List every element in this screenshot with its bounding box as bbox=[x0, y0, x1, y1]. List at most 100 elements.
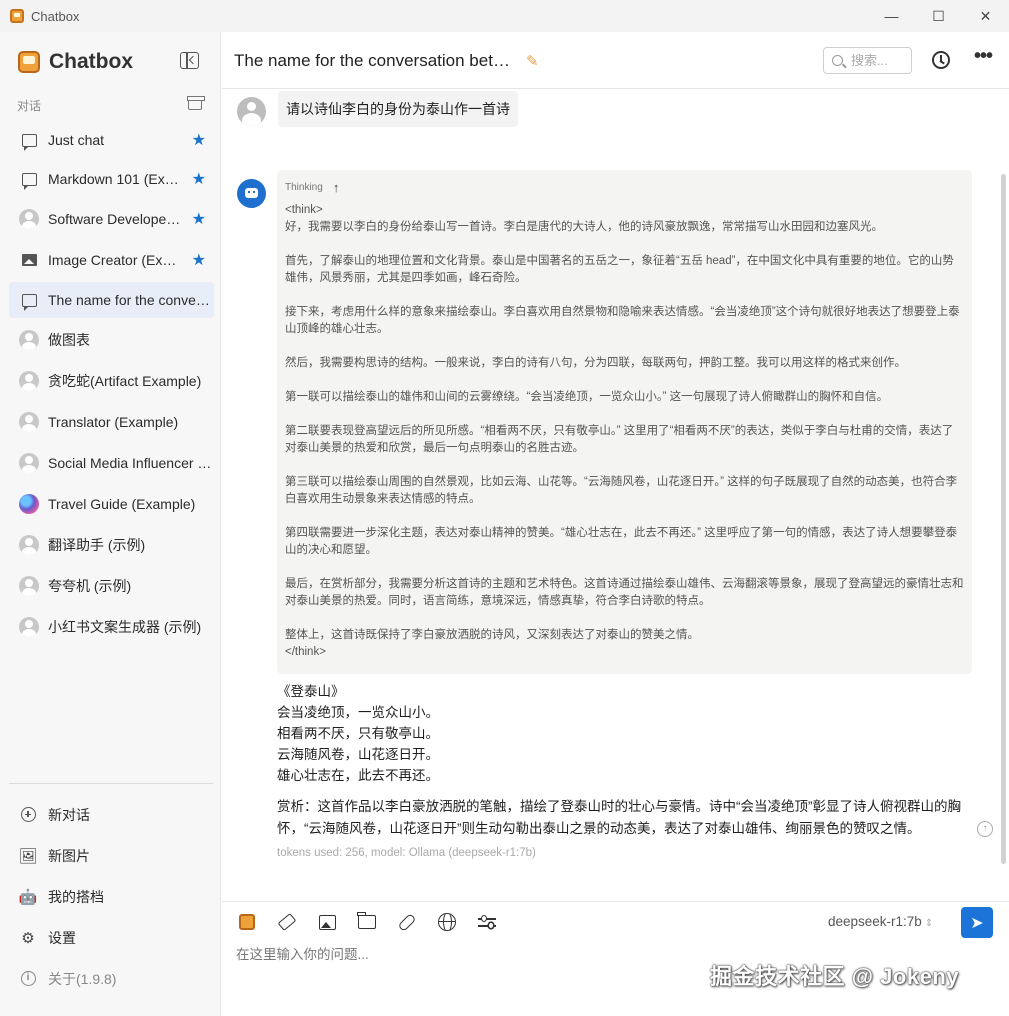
history-icon[interactable] bbox=[932, 51, 950, 69]
chatbox-tool-button[interactable] bbox=[236, 911, 258, 933]
chat-area: 请以诗仙李白的身份为泰山作一首诗 Thinking ↑ <think> 好，我需… bbox=[222, 89, 1009, 901]
attach-image-button[interactable] bbox=[316, 911, 338, 933]
collapse-thinking-icon[interactable]: ↑ bbox=[333, 180, 340, 195]
conversation-label: Travel Guide (Example) bbox=[48, 496, 196, 512]
poem-title: 《登泰山》 bbox=[277, 684, 345, 699]
attach-link-button[interactable] bbox=[396, 911, 418, 933]
info-icon: i bbox=[20, 971, 36, 986]
model-selector[interactable]: deepseek-r1:7b ⇕ bbox=[828, 914, 933, 929]
sidebar-bottom-menu: 新对话 🖼 新图片 🤖 我的搭档 ⚙ 设置 i 关于(1.9.8) bbox=[9, 794, 214, 999]
chatbox-app-icon bbox=[10, 9, 24, 23]
thinking-paragraph: 第三联可以描绘泰山周围的自然景观，比如云海、山花等。“云海随风卷，山花逐日开。”… bbox=[285, 476, 958, 505]
conversation-label: Image Creator (Example) bbox=[48, 252, 183, 268]
link-icon bbox=[397, 912, 417, 932]
sidebar-divider bbox=[9, 783, 213, 784]
about-label: 关于(1.9.8) bbox=[48, 970, 117, 987]
close-button[interactable]: ✕ bbox=[962, 0, 1009, 32]
conversation-item-praise-bot[interactable]: 夸夸机 (示例) bbox=[9, 567, 214, 605]
thinking-paragraph: 接下来，考虑用什么样的意象来描绘泰山。李白喜欢用自然景物和隐喻来表达情感。“会当… bbox=[285, 306, 960, 335]
conversation-item-charts[interactable]: 做图表 bbox=[9, 321, 214, 359]
conversation-item-software-developer[interactable]: Software Developer (Example) ★ bbox=[9, 200, 214, 238]
chat-bubble-icon bbox=[21, 133, 37, 151]
globe-icon bbox=[438, 913, 456, 931]
star-icon[interactable]: ★ bbox=[192, 130, 206, 150]
conversation-item-social-media[interactable]: Social Media Influencer (Example) bbox=[9, 444, 214, 482]
image-icon bbox=[21, 254, 37, 266]
window-controls: — ☐ ✕ bbox=[868, 0, 1009, 32]
think-close-tag: </think> bbox=[285, 646, 326, 658]
conversations-section-label: 对话 bbox=[17, 99, 42, 113]
thinking-block: Thinking ↑ <think> 好，我需要以李白的身份给泰山写一首诗。李白… bbox=[277, 170, 972, 674]
thinking-paragraph: 第四联需要进一步深化主题，表达对泰山精神的赞美。“雄心壮志在，此去不再还。” 这… bbox=[285, 527, 958, 556]
search-box[interactable] bbox=[823, 47, 912, 74]
collapse-sidebar-icon[interactable] bbox=[180, 52, 199, 69]
user-message: 请以诗仙李白的身份为泰山作一首诗 bbox=[278, 91, 518, 127]
my-partners-button[interactable]: 🤖 我的搭档 bbox=[9, 876, 214, 917]
more-options-icon[interactable]: ••• bbox=[974, 45, 993, 68]
chat-bubble-icon bbox=[21, 172, 37, 190]
thinking-paragraph: 然后，我需要构思诗的结构。一般来说，李白的诗有八句，分为四联，每联两句，押韵工整… bbox=[285, 357, 906, 369]
conversation-item-translator[interactable]: Translator (Example) bbox=[9, 403, 214, 441]
plus-circle-icon bbox=[20, 807, 36, 822]
avatar-icon bbox=[19, 535, 39, 555]
web-search-button[interactable] bbox=[436, 911, 458, 933]
poem-appreciation: 赏析：这首作品以李白豪放洒脱的笔触，描绘了登泰山时的壮心与豪情。诗中“会当凌绝顶… bbox=[277, 799, 961, 836]
conversation-header: The name for the conversation between us… bbox=[222, 32, 1009, 89]
gear-icon: ⚙ bbox=[21, 929, 35, 947]
thinking-paragraph: 首先，了解泰山的地理位置和文化背景。泰山是中国著名的五岳之一，象征着“五岳 he… bbox=[285, 255, 954, 284]
send-button[interactable]: ➤ bbox=[961, 907, 993, 938]
conversation-label: Just chat bbox=[48, 132, 105, 148]
folder-icon bbox=[357, 912, 376, 929]
chat-scrollbar[interactable] bbox=[1001, 174, 1006, 864]
brand-name: Chatbox bbox=[49, 50, 133, 73]
about-button[interactable]: i 关于(1.9.8) bbox=[9, 958, 214, 999]
image-icon bbox=[318, 914, 336, 930]
star-icon[interactable]: ★ bbox=[192, 250, 206, 270]
conversation-item-translate-helper[interactable]: 翻译助手 (示例) bbox=[9, 526, 214, 564]
chatbox-logo-icon bbox=[18, 51, 40, 73]
thinking-paragraph: 好，我需要以李白的身份给泰山写一首诗。李白是唐代的大诗人，他的诗风豪放飘逸，常常… bbox=[285, 221, 883, 233]
conversation-item-travel-guide[interactable]: Travel Guide (Example) bbox=[9, 485, 214, 523]
conversation-item-just-chat[interactable]: Just chat ★ bbox=[9, 122, 214, 158]
conversation-label: 做图表 bbox=[48, 332, 90, 348]
conversation-item-snake[interactable]: 贪吃蛇(Artifact Example) bbox=[9, 362, 214, 400]
poem-line: 相看两不厌，只有敬亭山。 bbox=[277, 726, 439, 741]
search-input[interactable] bbox=[851, 53, 909, 68]
settings-label: 设置 bbox=[48, 929, 76, 946]
avatar-icon bbox=[19, 371, 39, 391]
sidebar: Chatbox 对话 Just chat ★ Markdown 101 (Exa… bbox=[0, 32, 221, 1016]
new-chat-button[interactable]: 新对话 bbox=[9, 794, 214, 835]
eraser-icon bbox=[277, 913, 297, 931]
conversation-item-current[interactable]: The name for the conversation between us… bbox=[9, 282, 214, 318]
settings-button[interactable]: ⚙ 设置 bbox=[9, 917, 214, 958]
star-icon[interactable]: ★ bbox=[192, 209, 206, 229]
edit-title-icon[interactable]: ✎ bbox=[526, 52, 539, 70]
window-title: Chatbox bbox=[31, 8, 80, 24]
clear-context-button[interactable] bbox=[276, 911, 298, 933]
conversation-item-xiaohongshu[interactable]: 小红书文案生成器 (示例) bbox=[9, 608, 214, 646]
avatar-icon bbox=[19, 453, 39, 473]
star-icon[interactable]: ★ bbox=[192, 169, 206, 189]
chevron-updown-icon: ⇕ bbox=[924, 918, 934, 929]
conversation-label: Social Media Influencer (Example) bbox=[48, 455, 213, 471]
thinking-label: Thinking bbox=[285, 181, 323, 193]
poem-line: 云海随风卷，山花逐日开。 bbox=[277, 747, 439, 762]
settings-sliders-button[interactable] bbox=[476, 911, 498, 933]
conversation-title: The name for the conversation between us… bbox=[234, 51, 519, 70]
conversation-item-image-creator[interactable]: Image Creator (Example) ★ bbox=[9, 241, 214, 279]
new-image-button[interactable]: 🖼 新图片 bbox=[9, 835, 214, 876]
attach-file-button[interactable] bbox=[356, 911, 378, 933]
archive-icon[interactable] bbox=[187, 96, 205, 110]
scroll-to-top-icon[interactable]: ↑ bbox=[977, 821, 993, 837]
globe-avatar-icon bbox=[19, 494, 39, 514]
user-avatar bbox=[237, 97, 266, 126]
new-chat-label: 新对话 bbox=[48, 806, 90, 823]
my-partners-label: 我的搭档 bbox=[48, 888, 104, 905]
conversation-item-markdown-101[interactable]: Markdown 101 (Example) ★ bbox=[9, 161, 214, 197]
maximize-button[interactable]: ☐ bbox=[915, 0, 962, 32]
minimize-button[interactable]: — bbox=[868, 0, 915, 32]
conversation-list: Just chat ★ Markdown 101 (Example) ★ Sof… bbox=[9, 122, 214, 649]
avatar-icon bbox=[19, 576, 39, 596]
message-meta: tokens used: 256, model: Ollama (deepsee… bbox=[277, 847, 536, 859]
window-title-bar: Chatbox — ☐ ✕ bbox=[0, 0, 1009, 32]
